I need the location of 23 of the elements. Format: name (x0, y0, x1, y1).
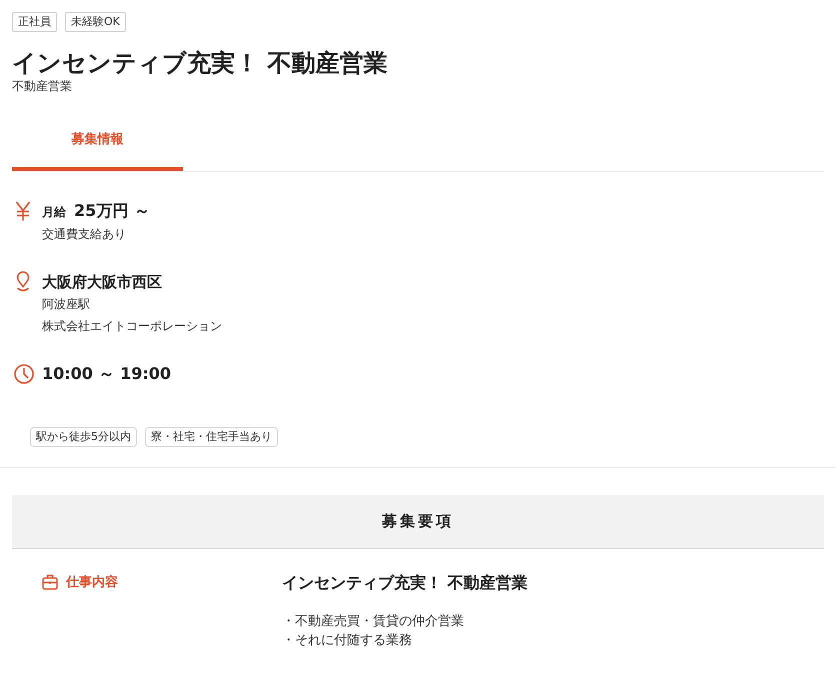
detail-text: 交通費支給あり (42, 226, 127, 243)
job-tag: 正社員 (12, 12, 57, 32)
job-description-line: ・それに付随する業務 (282, 632, 413, 650)
job-description-line: ・不動産売買・賃貸の仲介営業 (282, 613, 465, 631)
detail-text: 株式会社エイトコーポレーション (42, 318, 222, 335)
work-location: 大阪府大阪市西区 (42, 272, 162, 293)
job-category: 不動産営業 (12, 78, 73, 95)
salary-amount: 25万円 ～ (74, 200, 150, 222)
salary-label: 月給 (42, 204, 66, 221)
info-tab[interactable]: 募集情報 (12, 111, 183, 171)
clock-icon (14, 364, 34, 384)
job-tag: 未経験OK (65, 12, 126, 32)
feature-tag: 寮・社宅・住宅手当あり (145, 427, 278, 447)
pin-icon (15, 271, 31, 292)
detail-text: 阿波座駅 (42, 296, 91, 313)
feature-tag: 駅から徒歩5分以内 (30, 427, 137, 447)
work-hours: 10:00 ～ 19:00 (42, 363, 171, 385)
job-heading: インセンティブ充実！ 不動産営業 (282, 572, 528, 594)
yen-icon (15, 201, 31, 221)
section-header: 募集要項 (12, 495, 824, 549)
job-title: インセンティブ充実！ 不動産営業 (12, 48, 388, 78)
briefcase-icon (42, 574, 58, 590)
field-label: 仕事内容 (66, 574, 118, 591)
